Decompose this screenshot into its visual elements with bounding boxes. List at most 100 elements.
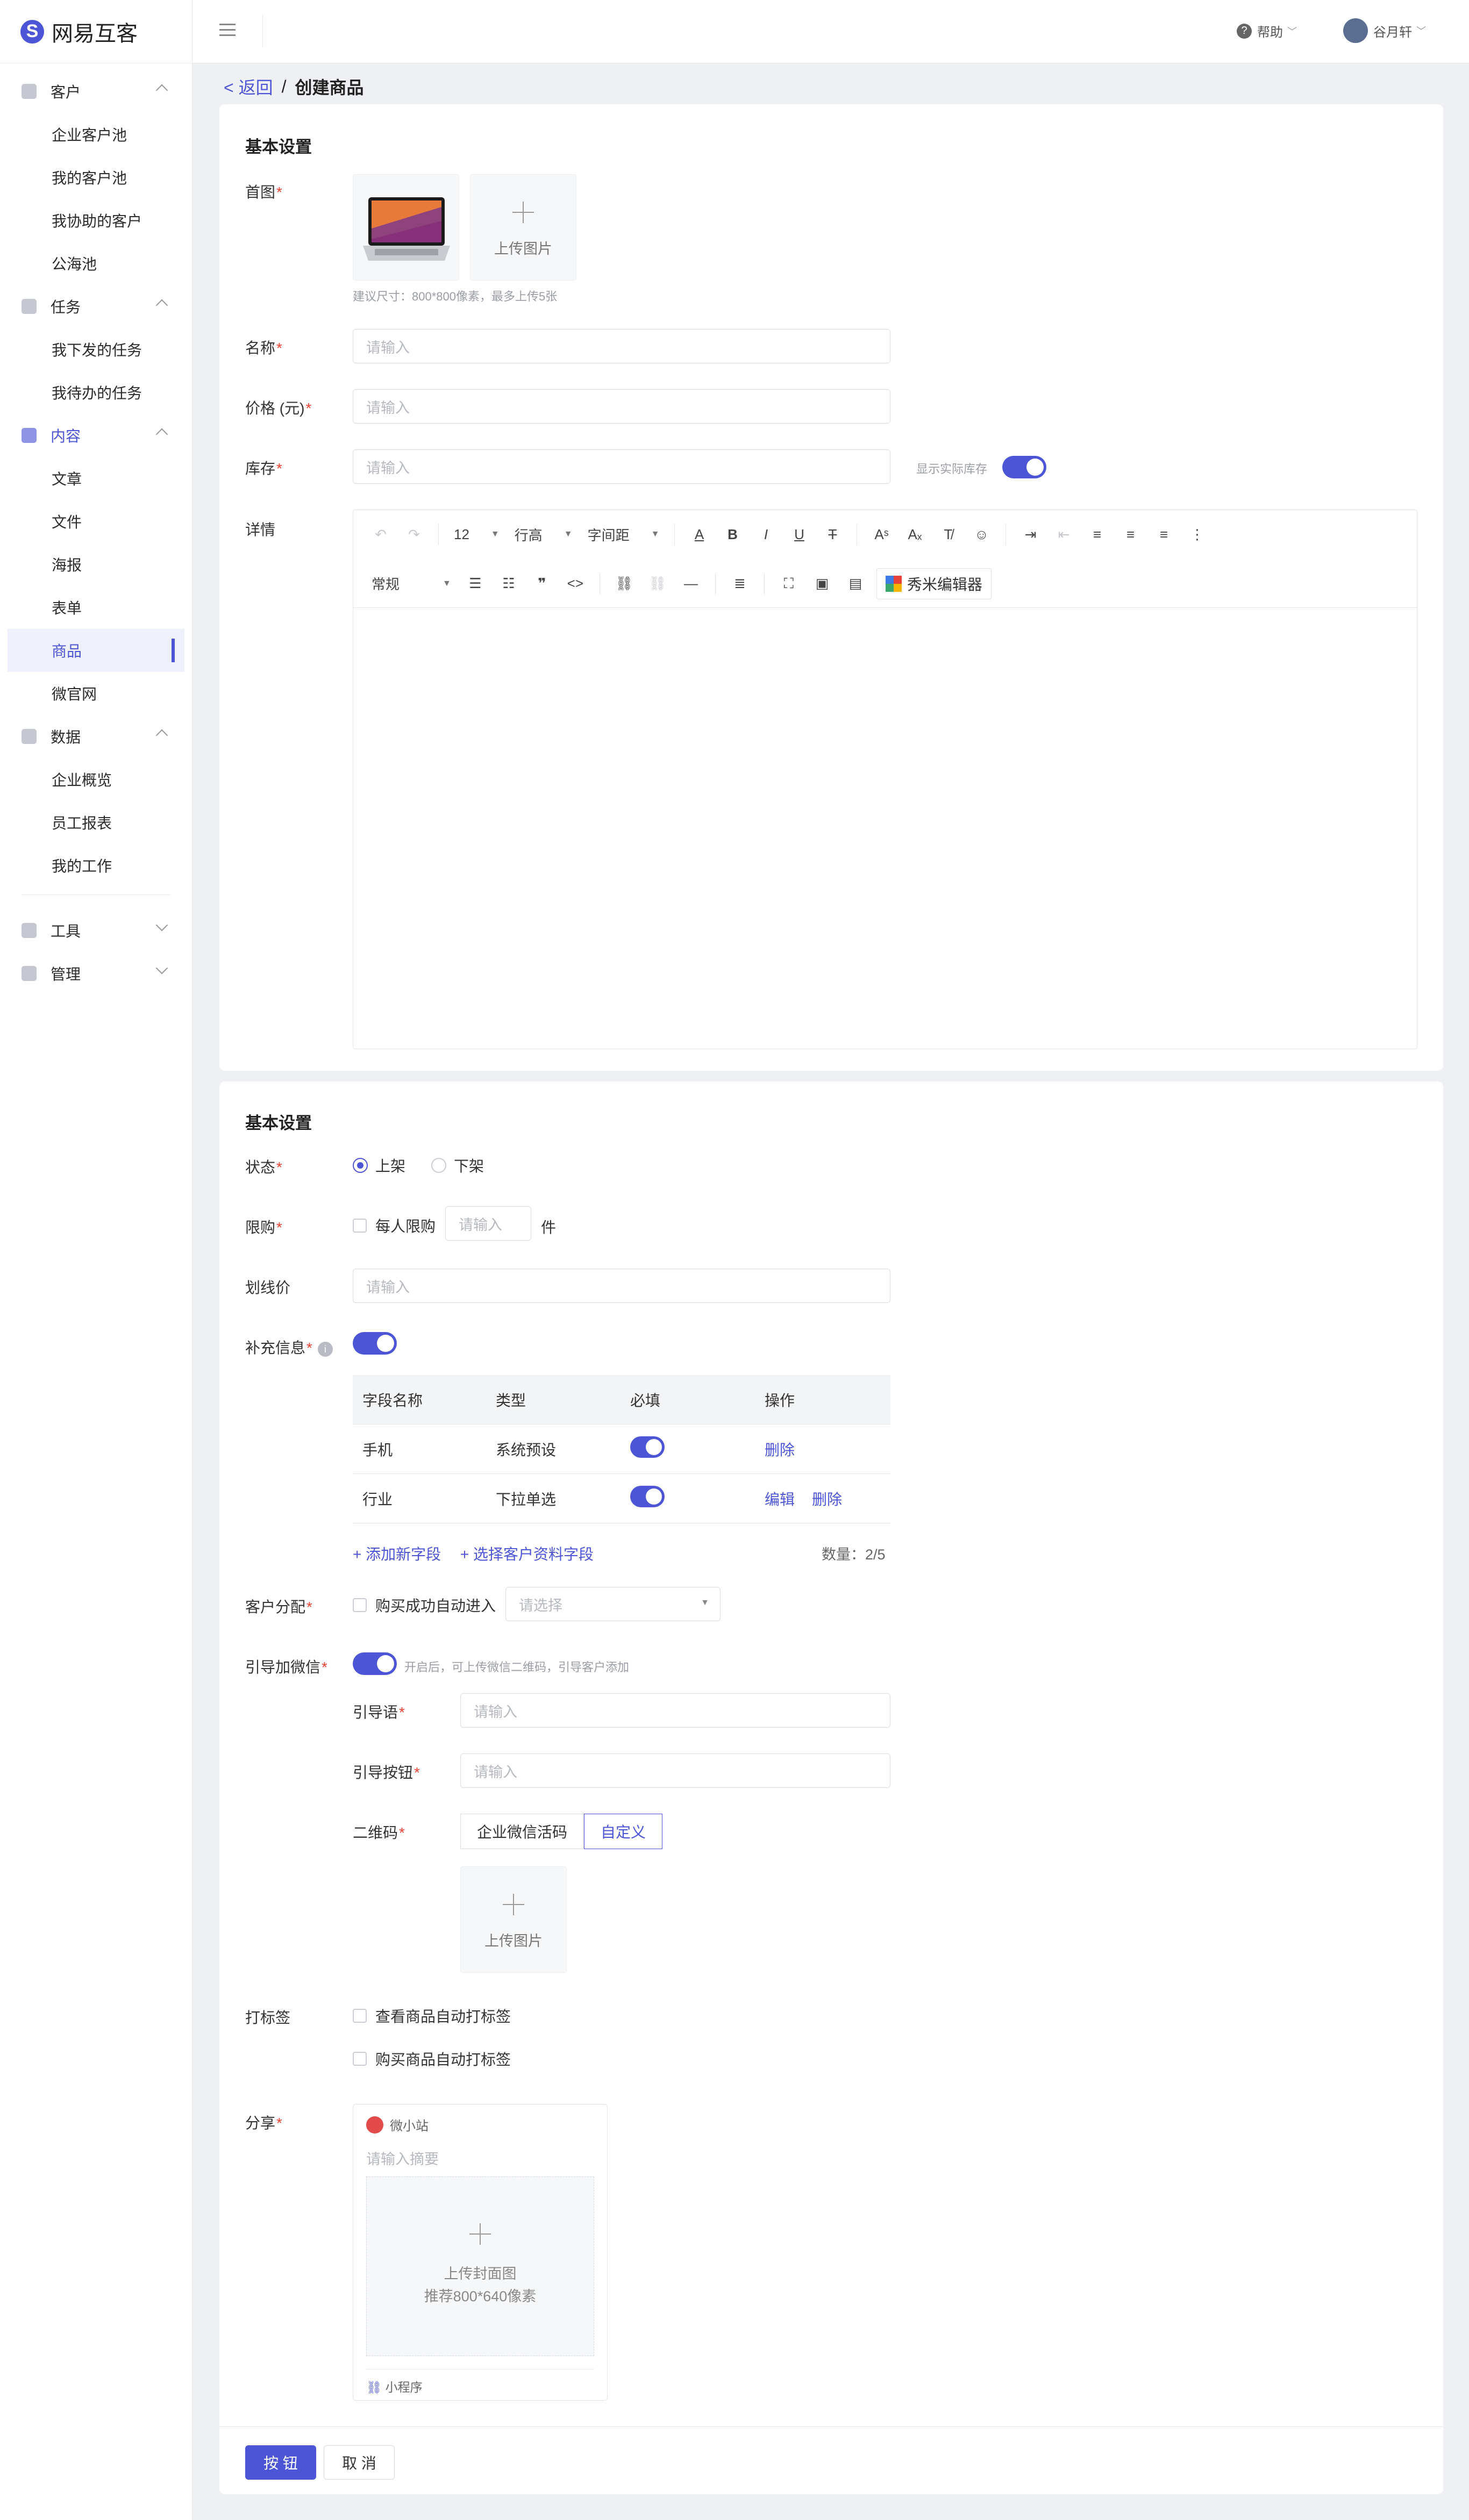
sidebar-group-manage[interactable]: 管理 (0, 952, 192, 995)
more-icon[interactable]: ⋮ (1188, 526, 1206, 543)
cancel-button[interactable]: 取 消 (324, 2445, 395, 2480)
price-input[interactable]: 请输入 (353, 389, 890, 424)
name-input[interactable]: 请输入 (353, 329, 890, 363)
undo-icon[interactable]: ↶ (372, 526, 390, 543)
guide-text-input[interactable]: 请输入 (460, 1693, 890, 1728)
add-field-link[interactable]: + 添加新字段 (353, 1546, 441, 1563)
table-row: 手机 系统预设 删除 (353, 1424, 890, 1474)
sidebar-item[interactable]: 企业客户池 (0, 113, 192, 156)
help-menu[interactable]: ? 帮助 ﹀ (1237, 22, 1297, 40)
product-image-thumb[interactable] (353, 174, 459, 281)
laptop-image (363, 197, 450, 261)
logo[interactable]: S 网易互客 (0, 0, 192, 63)
sidebar-group-data[interactable]: 数据 (0, 715, 192, 758)
submit-button[interactable]: 按 钮 (245, 2445, 316, 2480)
sidebar-item[interactable]: 我待办的任务 (0, 371, 192, 414)
sidebar-item[interactable]: 员工报表 (0, 801, 192, 844)
align-left-icon[interactable]: ≡ (1088, 526, 1106, 543)
sidebar-item[interactable]: 企业概览 (0, 758, 192, 801)
sidebar-item[interactable]: 我协助的客户 (0, 199, 192, 242)
underline-icon[interactable]: U (790, 526, 808, 543)
strike-price-input[interactable]: 请输入 (353, 1269, 890, 1303)
show-stock-toggle[interactable] (1002, 456, 1046, 478)
delete-link[interactable]: 删除 (812, 1488, 842, 1509)
unlink-icon[interactable]: ⛓ (648, 575, 667, 592)
align-center-icon[interactable]: ≡ (1121, 526, 1139, 543)
limit-input[interactable]: 请输入 (445, 1206, 531, 1241)
limit-unit: 件 (541, 1219, 557, 1236)
tab-custom[interactable]: 自定义 (584, 1814, 663, 1849)
clear-format-icon[interactable]: T̸ (939, 526, 957, 543)
sidebar-group-label: 内容 (51, 428, 81, 445)
wechat-toggle[interactable] (353, 1652, 397, 1675)
horizontal-rule-icon[interactable]: — (682, 575, 700, 592)
tab-wechat-code[interactable]: 企业微信活码 (460, 1814, 584, 1849)
letter-spacing-select[interactable]: 字间距 ▼ (588, 525, 660, 545)
status-radio-on[interactable]: 上架 (353, 1155, 405, 1176)
italic-icon[interactable]: I (757, 526, 775, 543)
info-icon[interactable]: i (317, 1341, 333, 1357)
sidebar-item[interactable]: 我的工作 (0, 844, 192, 887)
quote-icon[interactable]: ❞ (533, 575, 551, 592)
assign-select[interactable]: 请选择 ▼ (505, 1587, 721, 1621)
sidebar-item[interactable]: 文件 (0, 500, 192, 543)
sidebar-group-tools[interactable]: 工具 (0, 909, 192, 952)
user-menu[interactable]: 谷月轩 ﹀ (1343, 18, 1426, 43)
sidebar-group-task[interactable]: 任务 (0, 285, 192, 328)
upload-image-button[interactable]: 上传图片 (470, 174, 576, 281)
assign-checkbox[interactable]: 购买成功自动进入 (353, 1594, 496, 1616)
paragraph-select[interactable]: 常规 ▼ (372, 574, 451, 593)
guide-button-input[interactable]: 请输入 (460, 1753, 890, 1788)
upload-hint: 建议尺寸：800*800像素，最多上传5张 (353, 290, 558, 303)
align-right-icon[interactable]: ≡ (1154, 526, 1173, 543)
sidebar-item[interactable]: 我的客户池 (0, 156, 192, 199)
sidebar-item[interactable]: 公海池 (0, 242, 192, 285)
sidebar-item[interactable]: 微官网 (0, 672, 192, 715)
format-icon[interactable]: ≣ (731, 575, 749, 592)
sidebar-item-selected[interactable]: 商品 (8, 629, 184, 672)
share-cover-upload[interactable]: 上传封面图 推荐800*640像素 (366, 2177, 594, 2356)
sidebar-item[interactable]: 文章 (0, 457, 192, 500)
superscript-icon[interactable]: Aˢ (872, 526, 890, 543)
redo-icon[interactable]: ↷ (405, 526, 423, 543)
sidebar-group-customer[interactable]: 客户 (0, 70, 192, 113)
delete-link[interactable]: 删除 (765, 1438, 795, 1460)
font-color-icon[interactable]: A (690, 526, 708, 543)
code-icon[interactable]: <> (566, 575, 584, 592)
emoji-icon[interactable]: ☺ (972, 526, 990, 543)
qr-upload-button[interactable]: 上传图片 (460, 1866, 567, 1973)
xiumi-editor-button[interactable]: 秀米编辑器 (876, 568, 992, 599)
image-icon[interactable]: ▣ (813, 575, 831, 592)
bullet-list-icon[interactable]: ☰ (466, 575, 484, 592)
tag-view-checkbox[interactable]: 查看商品自动打标签 (353, 2005, 511, 2027)
share-summary-input[interactable]: 请输入摘要 (366, 2147, 439, 2168)
field-type: 下拉单选 (496, 1491, 557, 1508)
menu-collapse-icon[interactable] (219, 24, 236, 40)
back-link[interactable]: < 返回 (224, 74, 273, 99)
font-size-select[interactable]: 12 ▼ (454, 526, 500, 543)
fullscreen-icon[interactable]: ⛶ (780, 575, 798, 592)
limit-checkbox[interactable]: 每人限购 (353, 1215, 436, 1236)
tag-buy-checkbox[interactable]: 购买商品自动打标签 (353, 2048, 511, 2070)
bold-icon[interactable]: B (723, 526, 741, 543)
subscript-icon[interactable]: Aₓ (905, 526, 924, 543)
status-radio-off[interactable]: 下架 (431, 1155, 484, 1176)
choose-field-link[interactable]: + 选择客户资料字段 (460, 1546, 594, 1563)
numbered-list-icon[interactable]: ☷ (500, 575, 518, 592)
stock-input[interactable]: 请输入 (353, 449, 890, 484)
video-icon[interactable]: ▤ (846, 575, 865, 592)
extra-info-toggle[interactable] (353, 1332, 397, 1355)
required-toggle[interactable] (630, 1486, 665, 1511)
sidebar-item[interactable]: 表单 (0, 586, 192, 629)
sidebar-item[interactable]: 我下发的任务 (0, 328, 192, 371)
indent-icon[interactable]: ⇥ (1021, 526, 1039, 543)
outdent-icon[interactable]: ⇤ (1054, 526, 1073, 543)
required-toggle[interactable] (630, 1436, 665, 1462)
edit-link[interactable]: 编辑 (765, 1488, 795, 1509)
sidebar-item[interactable]: 海报 (0, 543, 192, 586)
strikethrough-icon[interactable]: T (823, 526, 842, 543)
line-height-select[interactable]: 行高 ▼ (515, 525, 573, 545)
settings-card-2: 基本设置 状态* 上架 下架 限购* 每人限购 请输入 件 划线价 请输入 补充… (219, 1082, 1443, 2494)
link-icon[interactable]: ⛓ (615, 575, 633, 592)
sidebar-group-content[interactable]: 内容 (0, 414, 192, 457)
